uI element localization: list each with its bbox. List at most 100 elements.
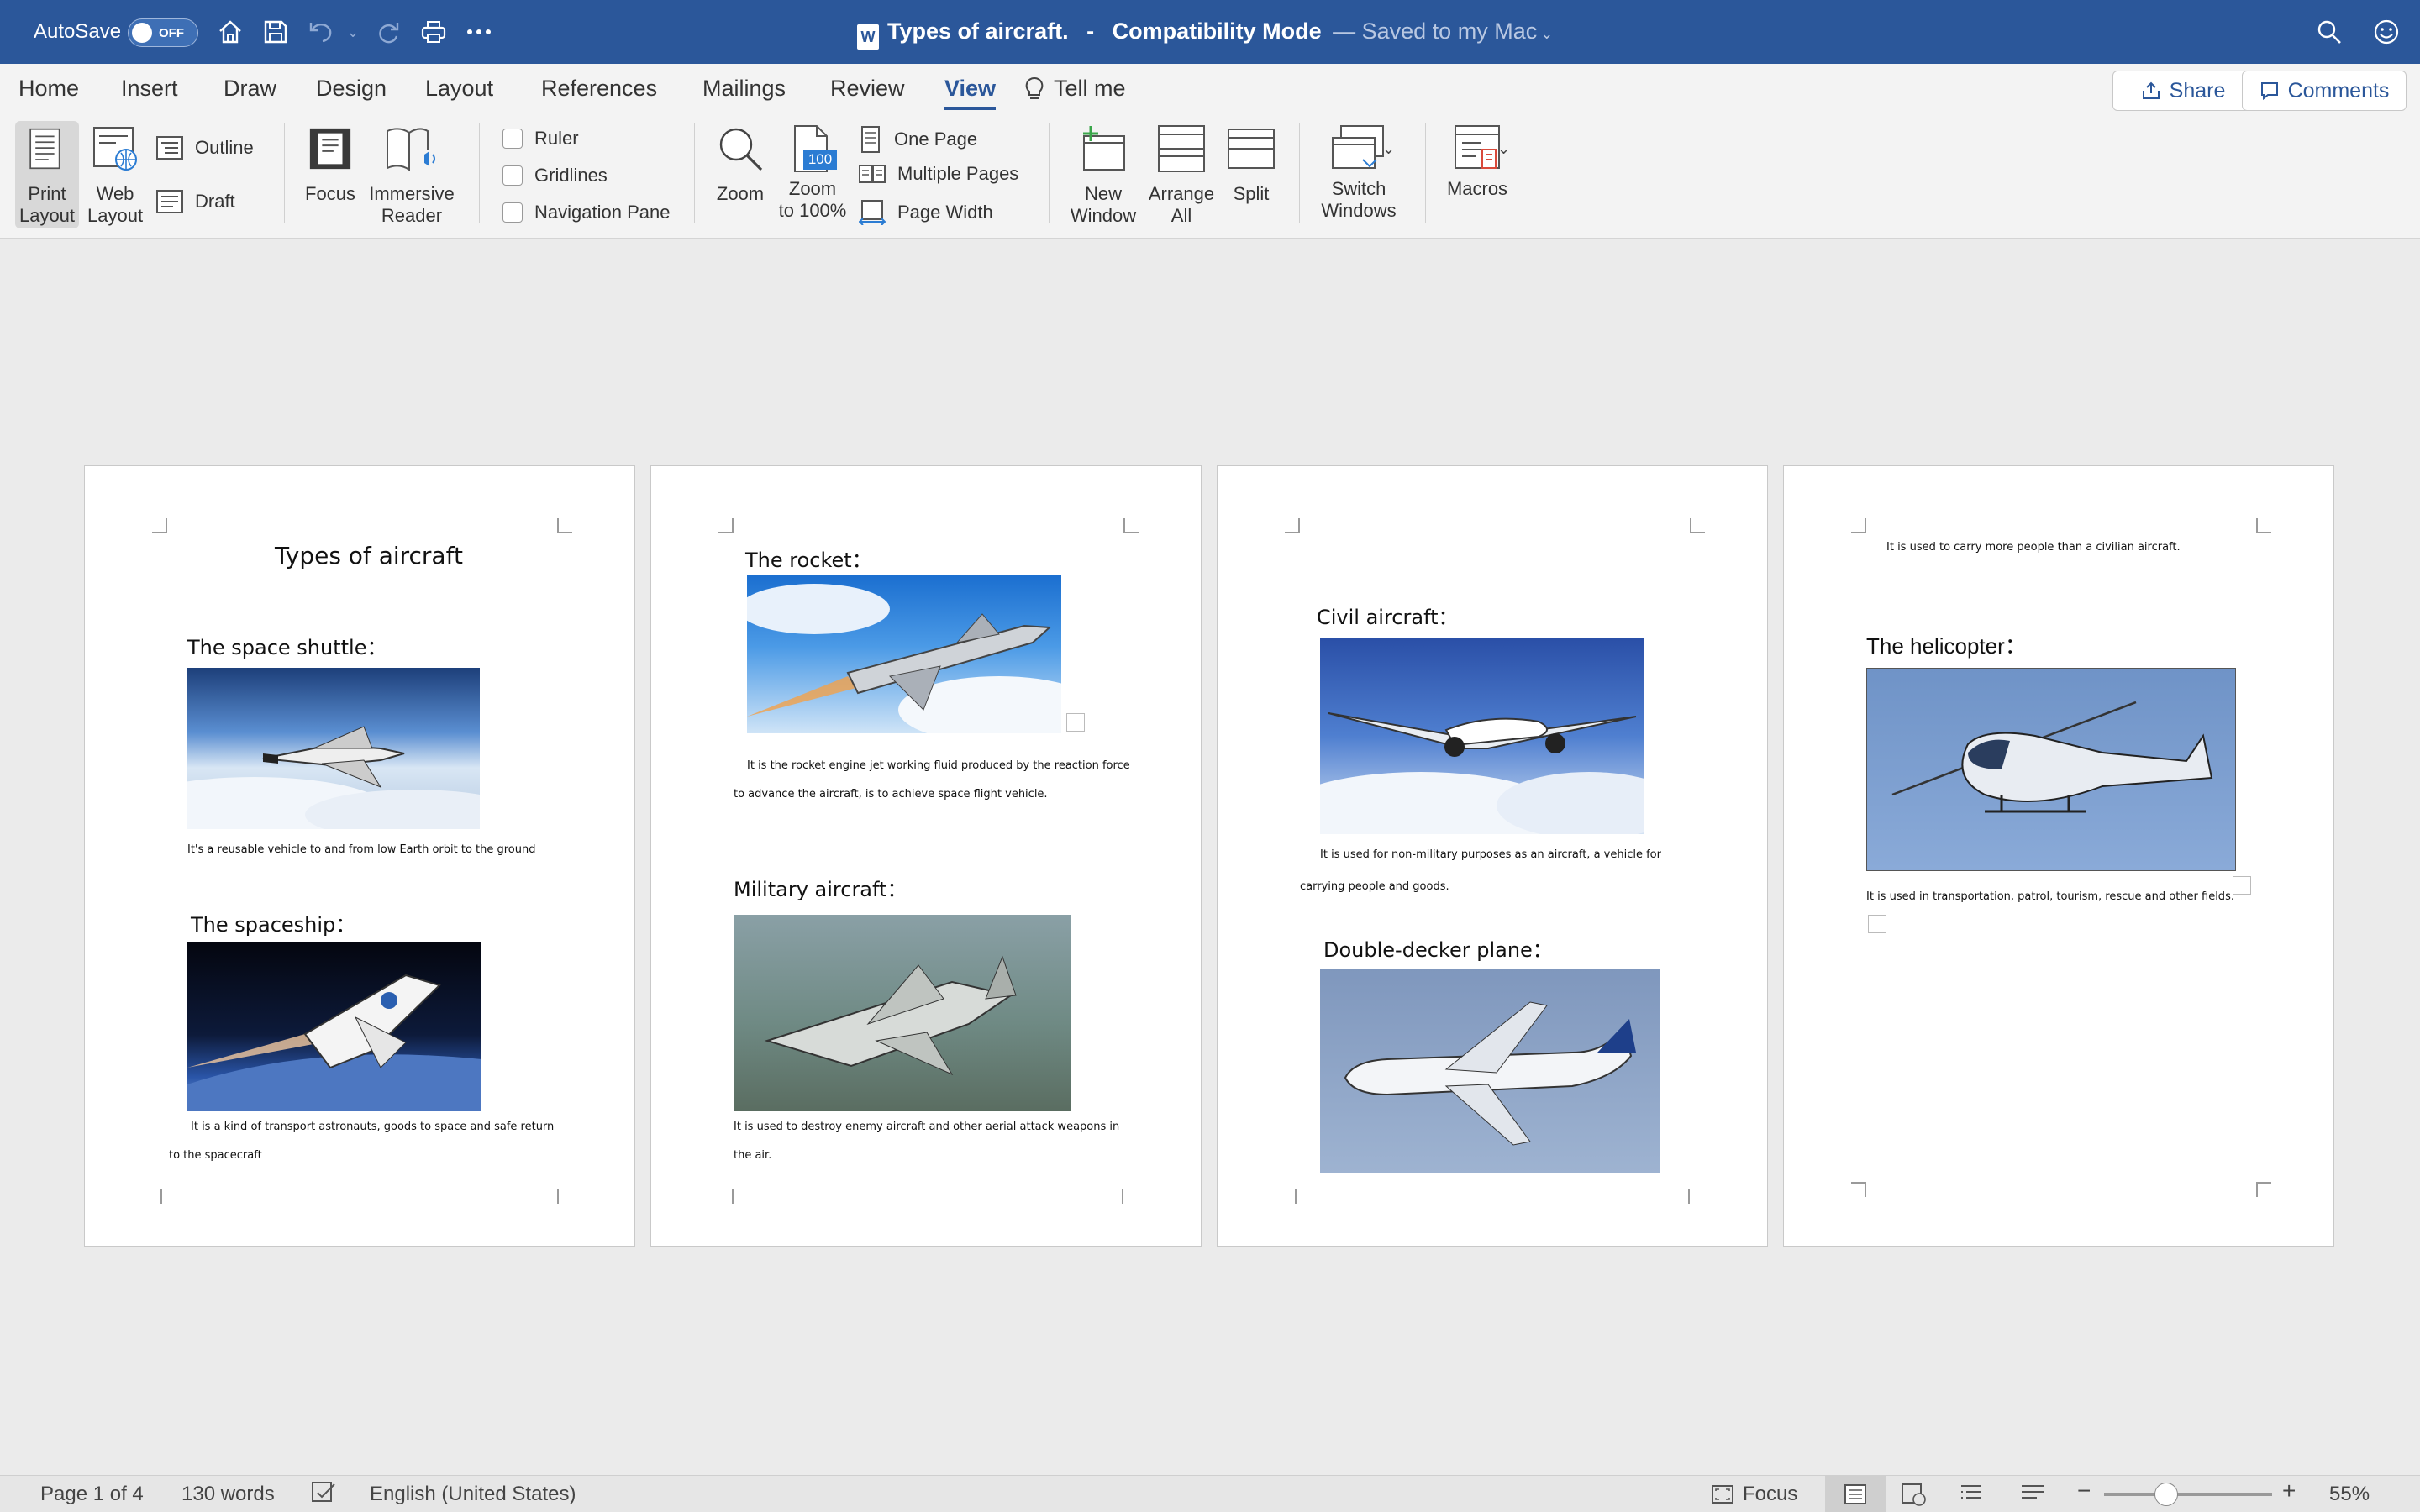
rocket-description-line-2[interactable]: to advance the aircraft, is to achieve s… bbox=[734, 780, 1048, 809]
space-shuttle-description[interactable]: It's a reusable vehicle to and from low … bbox=[187, 836, 536, 864]
military-description-line-1[interactable]: It is used to destroy enemy aircraft and… bbox=[734, 1113, 1119, 1142]
page-1[interactable]: Types of aircraft The space shuttle： It'… bbox=[84, 465, 635, 1247]
heading-rocket[interactable]: The rocket： bbox=[745, 543, 872, 573]
tab-mailings[interactable]: Mailings bbox=[702, 76, 786, 102]
outline-button[interactable]: Outline bbox=[156, 136, 254, 160]
print-icon[interactable] bbox=[417, 15, 450, 49]
smiley-feedback-icon[interactable] bbox=[2370, 15, 2403, 49]
heading-double-decker-plane[interactable]: Double-decker plane： bbox=[1323, 933, 1553, 963]
civil-description-line-2[interactable]: carrying people and goods. bbox=[1300, 873, 1449, 901]
comments-label: Comments bbox=[2287, 78, 2390, 102]
navigation-pane-checkbox[interactable]: Navigation Pane bbox=[502, 202, 670, 223]
heading-civil-aircraft[interactable]: Civil aircraft： bbox=[1317, 601, 1459, 630]
heading-spaceship[interactable]: The spaceship： bbox=[191, 908, 355, 937]
comments-button[interactable]: Comments bbox=[2242, 71, 2407, 111]
document-title: W Types of aircraft. - Compatibility Mode… bbox=[857, 18, 1553, 50]
split-button[interactable]: Split bbox=[1223, 124, 1279, 205]
tab-insert[interactable]: Insert bbox=[121, 76, 178, 102]
focus-mode-icon bbox=[1712, 1485, 1733, 1504]
draft-view-icon[interactable] bbox=[2020, 1483, 2045, 1510]
print-layout-button[interactable]: Print Layout bbox=[15, 121, 79, 228]
civil-aircraft-image[interactable] bbox=[1320, 638, 1644, 834]
rocket-description-line-1[interactable]: It is the rocket engine jet working flui… bbox=[747, 752, 1130, 780]
spaceship-description-line-2[interactable]: to the spacecraft bbox=[169, 1142, 262, 1170]
more-options-icon[interactable] bbox=[462, 15, 496, 49]
share-button[interactable]: Share bbox=[2112, 71, 2254, 111]
civil-description-line-1[interactable]: It is used for non-military purposes as … bbox=[1320, 841, 1661, 869]
focus-button[interactable]: Focus bbox=[299, 124, 361, 205]
margin-corner bbox=[1295, 1189, 1297, 1204]
tab-view[interactable]: View bbox=[944, 76, 997, 110]
save-state-chevron-icon[interactable]: ⌄ bbox=[1540, 25, 1553, 42]
tab-draw[interactable]: Draw bbox=[224, 76, 276, 102]
heading-helicopter[interactable]: The helicopter： bbox=[1866, 629, 2027, 660]
spaceship-description-line-1[interactable]: It is a kind of transport astronauts, go… bbox=[191, 1113, 554, 1142]
web-layout-button[interactable]: Web Layout bbox=[87, 124, 143, 227]
ruler-check-box[interactable] bbox=[502, 129, 523, 149]
tell-me-search[interactable]: Tell me bbox=[1025, 76, 1126, 102]
military-aircraft-image[interactable] bbox=[734, 915, 1071, 1111]
immersive-reader-label-1: Immersive bbox=[369, 183, 455, 204]
military-description-line-2[interactable]: the air. bbox=[734, 1142, 771, 1170]
language[interactable]: English (United States) bbox=[370, 1483, 576, 1506]
spaceship-image[interactable] bbox=[187, 942, 481, 1111]
zoom-slider-knob[interactable] bbox=[2154, 1483, 2178, 1506]
zoom-out-icon[interactable]: − bbox=[2077, 1478, 2091, 1504]
gridlines-checkbox[interactable]: Gridlines bbox=[502, 165, 608, 186]
immersive-reader-button[interactable]: Immersive Reader bbox=[366, 124, 457, 227]
new-window-label-1: New bbox=[1084, 183, 1122, 204]
navigation-pane-check-box[interactable] bbox=[502, 202, 523, 223]
home-icon[interactable] bbox=[213, 15, 247, 49]
tab-layout[interactable]: Layout bbox=[425, 76, 493, 102]
outline-view-icon[interactable] bbox=[1960, 1483, 1985, 1510]
margin-corner bbox=[1851, 1182, 1866, 1197]
gridlines-check-box[interactable] bbox=[502, 165, 523, 186]
page-4[interactable]: It is used to carry more people than a c… bbox=[1783, 465, 2334, 1247]
web-layout-view-icon[interactable] bbox=[1901, 1483, 1926, 1512]
heading-space-shuttle[interactable]: The space shuttle： bbox=[187, 631, 387, 660]
macros-button[interactable]: ⌄ Macros bbox=[1437, 124, 1518, 200]
page-2[interactable]: The rocket： It is the rocket engine jet … bbox=[650, 465, 1202, 1247]
double-decker-plane-image[interactable] bbox=[1320, 969, 1660, 1173]
autosave-toggle[interactable]: OFF bbox=[128, 18, 198, 47]
word-count[interactable]: 130 words bbox=[182, 1483, 275, 1506]
tab-review[interactable]: Review bbox=[830, 76, 905, 102]
document-canvas[interactable]: Types of aircraft The space shuttle： It'… bbox=[0, 239, 2420, 1475]
page-width-button[interactable]: Page Width bbox=[859, 200, 993, 225]
one-page-label: One Page bbox=[894, 129, 978, 150]
document-title-text[interactable]: Types of aircraft bbox=[275, 542, 463, 570]
zoom-level[interactable]: 55% bbox=[2329, 1483, 2370, 1506]
save-icon[interactable] bbox=[259, 15, 292, 49]
undo-icon[interactable] bbox=[304, 15, 338, 49]
rocket-image[interactable] bbox=[747, 575, 1061, 733]
page-count[interactable]: Page 1 of 4 bbox=[40, 1483, 144, 1506]
search-icon[interactable] bbox=[2312, 15, 2346, 49]
arrange-all-button[interactable]: Arrange All bbox=[1144, 124, 1218, 227]
tab-design[interactable]: Design bbox=[316, 76, 387, 102]
new-window-button[interactable]: New Window bbox=[1064, 124, 1143, 227]
tab-references[interactable]: References bbox=[541, 76, 657, 102]
multiple-pages-button[interactable]: Multiple Pages bbox=[859, 163, 1018, 185]
comment-icon bbox=[2260, 82, 2278, 101]
save-state[interactable]: — Saved to my Mac bbox=[1333, 18, 1537, 44]
redo-icon[interactable] bbox=[371, 15, 405, 49]
heading-military-aircraft[interactable]: Military aircraft： bbox=[734, 873, 907, 902]
one-page-button[interactable]: One Page bbox=[859, 126, 977, 153]
zoom-slider[interactable] bbox=[2104, 1483, 2272, 1506]
double-decker-description[interactable]: It is used to carry more people than a c… bbox=[1886, 533, 2181, 562]
focus-mode-button[interactable]: Focus bbox=[1711, 1483, 1797, 1506]
draft-button[interactable]: Draft bbox=[156, 190, 235, 213]
switch-windows-button[interactable]: ⌄ Switch Windows bbox=[1313, 124, 1405, 222]
page-3[interactable]: Civil aircraft： It is used for non-milit… bbox=[1217, 465, 1768, 1247]
zoom-100-button[interactable]: 100 Zoom to 100% bbox=[773, 124, 852, 222]
zoom-in-icon[interactable]: + bbox=[2282, 1478, 2296, 1504]
space-shuttle-image[interactable] bbox=[187, 668, 480, 829]
helicopter-image[interactable] bbox=[1866, 668, 2236, 871]
proofing-icon[interactable] bbox=[311, 1481, 336, 1510]
print-layout-view-button[interactable] bbox=[1825, 1476, 1886, 1512]
helicopter-description[interactable]: It is used in transportation, patrol, to… bbox=[1866, 883, 2234, 911]
zoom-button[interactable]: Zoom bbox=[711, 124, 770, 205]
ruler-checkbox[interactable]: Ruler bbox=[502, 128, 579, 150]
tab-home[interactable]: Home bbox=[18, 76, 79, 102]
undo-dropdown-icon[interactable]: ⌄ bbox=[343, 15, 363, 49]
